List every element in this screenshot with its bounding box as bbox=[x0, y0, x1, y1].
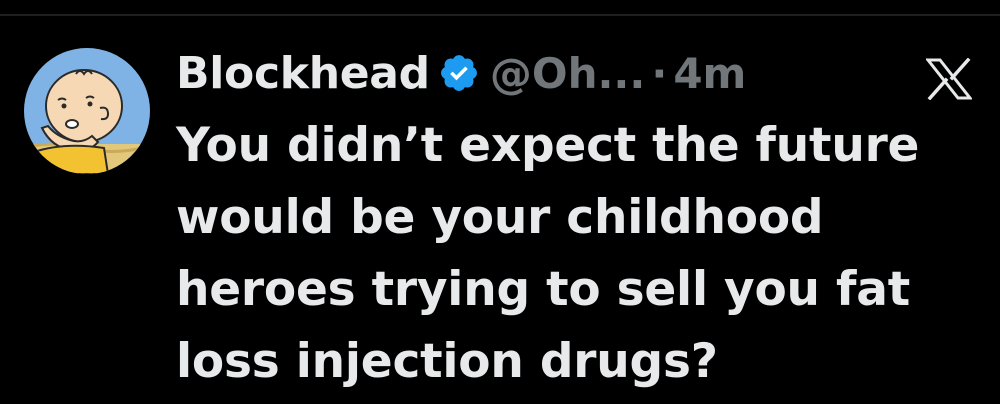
avatar[interactable] bbox=[24, 48, 150, 174]
x-logo-icon[interactable] bbox=[924, 57, 974, 101]
charlie-brown-avatar-icon bbox=[24, 48, 150, 174]
header-separator: · bbox=[651, 48, 668, 98]
top-divider bbox=[0, 14, 1000, 16]
tweet-timestamp[interactable]: 4m bbox=[673, 49, 746, 98]
author-handle[interactable]: @Oh... bbox=[490, 49, 645, 98]
verified-badge-icon bbox=[438, 52, 480, 94]
author-name[interactable]: Blockhead bbox=[176, 48, 430, 99]
tweet-header: Blockhead @Oh... · 4m bbox=[176, 42, 746, 104]
tweet-text: You didn’t expect the future would be yo… bbox=[176, 118, 920, 389]
